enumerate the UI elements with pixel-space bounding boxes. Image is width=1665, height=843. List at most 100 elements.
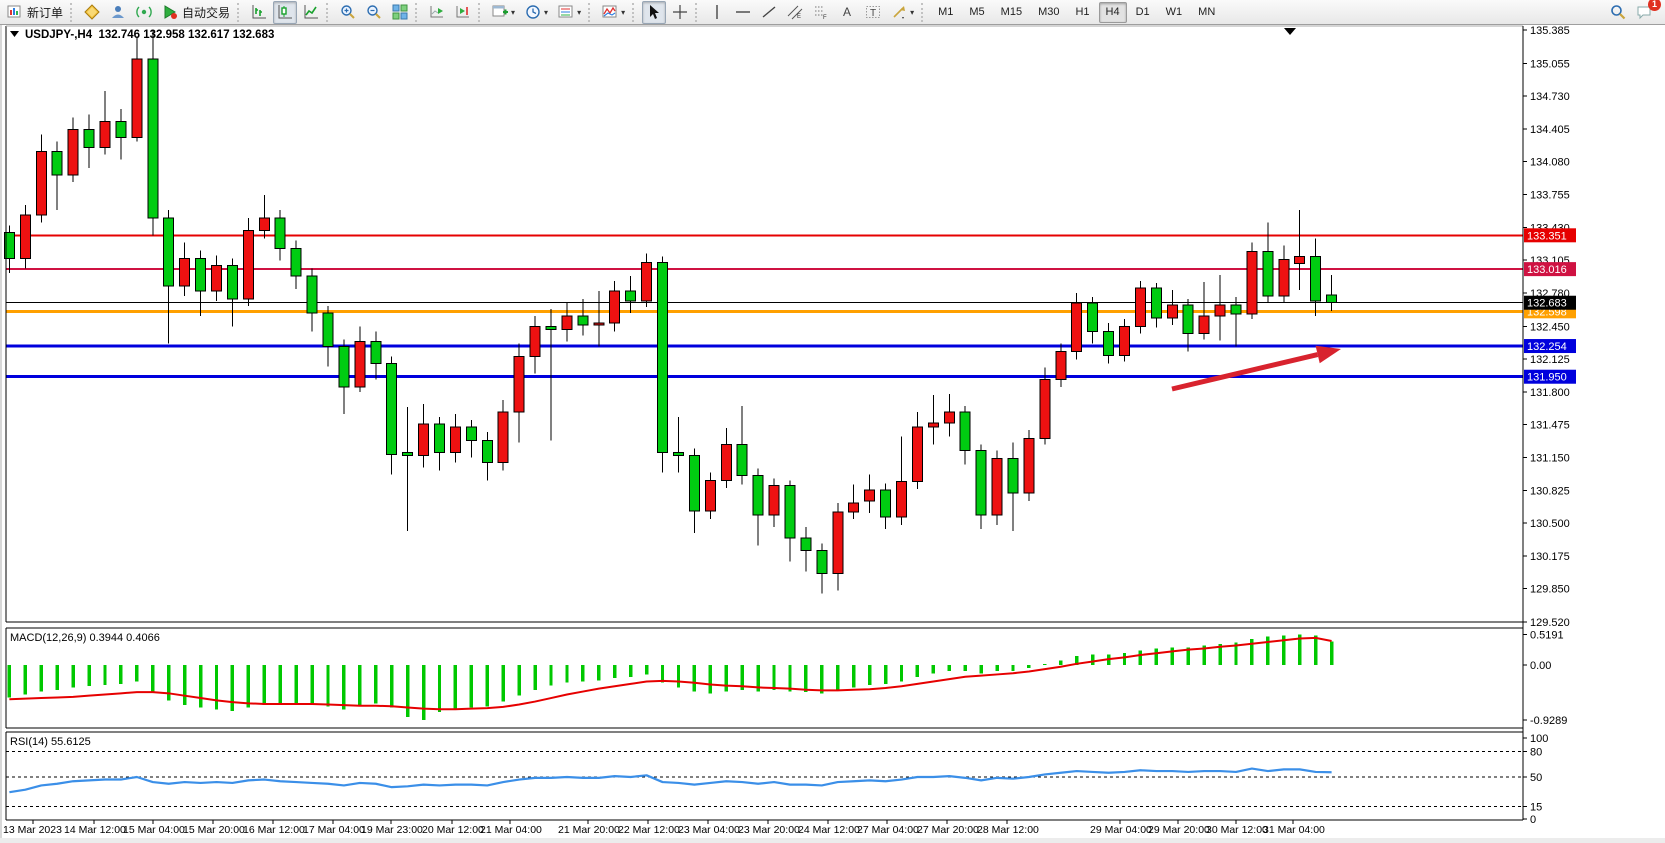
candle bbox=[514, 357, 524, 413]
toolbar-separator bbox=[415, 3, 422, 22]
candle bbox=[1327, 295, 1337, 303]
timeframe-mn-button[interactable]: MN bbox=[1191, 2, 1222, 23]
candle bbox=[610, 291, 620, 323]
candle bbox=[1263, 252, 1273, 296]
signal-icon bbox=[136, 4, 152, 20]
channel-button[interactable]: E bbox=[783, 1, 807, 24]
time-label: 23 Mar 04:00 bbox=[678, 824, 740, 836]
template-button[interactable]: ▾ bbox=[554, 1, 585, 24]
candle bbox=[594, 323, 604, 325]
candle bbox=[323, 313, 333, 346]
candle bbox=[928, 423, 938, 427]
candle-chart-button[interactable] bbox=[273, 1, 297, 24]
new-chart-button[interactable]: ▾ bbox=[488, 1, 519, 24]
zoom-out-icon bbox=[366, 4, 382, 20]
arrows-button[interactable]: ▾ bbox=[887, 1, 918, 24]
crosshair-icon bbox=[672, 4, 688, 20]
candle bbox=[68, 129, 78, 174]
line-chart-button[interactable] bbox=[299, 1, 323, 24]
time-label: 27 Mar 20:00 bbox=[917, 824, 979, 836]
candle bbox=[227, 266, 237, 299]
candle bbox=[976, 450, 986, 515]
time-label: 28 Mar 12:00 bbox=[977, 824, 1039, 836]
auto-trading-button[interactable]: 自动交易 bbox=[158, 1, 234, 24]
price-tick: 133.755 bbox=[1530, 190, 1570, 202]
svg-text:T: T bbox=[870, 8, 876, 19]
candle bbox=[1199, 316, 1209, 333]
timeframe-m30-button[interactable]: M30 bbox=[1031, 2, 1066, 23]
vline-button[interactable] bbox=[705, 1, 729, 24]
price-tag-label: 133.351 bbox=[1527, 230, 1567, 242]
timeframe-h1-button[interactable]: H1 bbox=[1068, 2, 1096, 23]
candle bbox=[243, 230, 253, 299]
cursor-button[interactable] bbox=[642, 1, 666, 24]
candle bbox=[1135, 288, 1145, 326]
candle bbox=[371, 341, 381, 363]
hline-button[interactable] bbox=[731, 1, 755, 24]
tile-windows-button[interactable] bbox=[388, 1, 412, 24]
macd-pane-divider[interactable] bbox=[0, 646, 1523, 653]
candle bbox=[626, 291, 636, 301]
label-button[interactable]: T bbox=[861, 1, 885, 24]
indicators-icon bbox=[602, 4, 618, 20]
svg-text:A: A bbox=[843, 5, 851, 19]
market-watch-button[interactable] bbox=[80, 1, 104, 24]
profile-button[interactable] bbox=[106, 1, 130, 24]
chevron-down-icon: ▾ bbox=[544, 8, 548, 17]
price-tick: 132.450 bbox=[1530, 321, 1570, 333]
candle bbox=[148, 59, 158, 218]
time-label: 23 Mar 20:00 bbox=[738, 824, 800, 836]
signals-button[interactable] bbox=[132, 1, 156, 24]
candle bbox=[658, 263, 668, 453]
candle bbox=[291, 249, 301, 276]
timeframe-w1-button[interactable]: W1 bbox=[1159, 2, 1190, 23]
timeframe-m1-button[interactable]: M1 bbox=[931, 2, 960, 23]
candle bbox=[100, 121, 110, 147]
time-label: 14 Mar 12:00 bbox=[64, 824, 126, 836]
time-label: 15 Mar 04:00 bbox=[123, 824, 185, 836]
timeframe-m15-button[interactable]: M15 bbox=[994, 2, 1029, 23]
time-label: 21 Mar 04:00 bbox=[480, 824, 542, 836]
price-tick: 135.055 bbox=[1530, 58, 1570, 70]
timeframe-d1-button[interactable]: D1 bbox=[1129, 2, 1157, 23]
rsi-axis-tick: 0 bbox=[1530, 814, 1536, 826]
new-order-button[interactable]: 新订单 bbox=[3, 1, 67, 24]
candle bbox=[259, 218, 269, 230]
candle bbox=[562, 316, 572, 329]
time-label: 22 Mar 12:00 bbox=[618, 824, 680, 836]
candle bbox=[1056, 351, 1066, 379]
price-tick: 132.125 bbox=[1530, 354, 1570, 366]
chart-plot-area[interactable]: USDJPY-,H4 132.746 132.958 132.617 132.6… bbox=[0, 25, 1665, 843]
text-button[interactable]: A bbox=[835, 1, 859, 24]
trendline-button[interactable] bbox=[757, 1, 781, 24]
candle bbox=[689, 455, 699, 511]
candle bbox=[211, 266, 221, 291]
zoom-out-button[interactable] bbox=[362, 1, 386, 24]
toolbar-separator bbox=[70, 3, 77, 22]
candle bbox=[1311, 257, 1321, 301]
candle bbox=[785, 486, 795, 538]
timeframe-m5-button[interactable]: M5 bbox=[962, 2, 991, 23]
search-button[interactable] bbox=[1606, 1, 1630, 24]
candle bbox=[275, 218, 285, 248]
candle bbox=[1167, 305, 1177, 318]
price-tick: 130.175 bbox=[1530, 551, 1570, 563]
auto-scroll-button[interactable] bbox=[425, 1, 449, 24]
indicators-button[interactable]: ▾ bbox=[598, 1, 629, 24]
zoom-in-button[interactable] bbox=[336, 1, 360, 24]
candle bbox=[435, 424, 445, 452]
candle bbox=[530, 326, 540, 356]
trendline-icon bbox=[761, 4, 777, 20]
candle bbox=[1024, 438, 1034, 493]
fibonacci-button[interactable]: F bbox=[809, 1, 833, 24]
candle bbox=[1104, 331, 1114, 355]
candle bbox=[1279, 260, 1289, 296]
crosshair-button[interactable] bbox=[668, 1, 692, 24]
rsi-pane-divider[interactable] bbox=[0, 752, 1523, 759]
bar-chart-button[interactable] bbox=[247, 1, 271, 24]
period-button[interactable]: ▾ bbox=[521, 1, 552, 24]
notifications-button[interactable]: 1 bbox=[1632, 1, 1656, 24]
timeframe-h4-button[interactable]: H4 bbox=[1099, 2, 1127, 23]
chart-shift-button[interactable] bbox=[451, 1, 475, 24]
time-label: 15 Mar 20:00 bbox=[183, 824, 245, 836]
